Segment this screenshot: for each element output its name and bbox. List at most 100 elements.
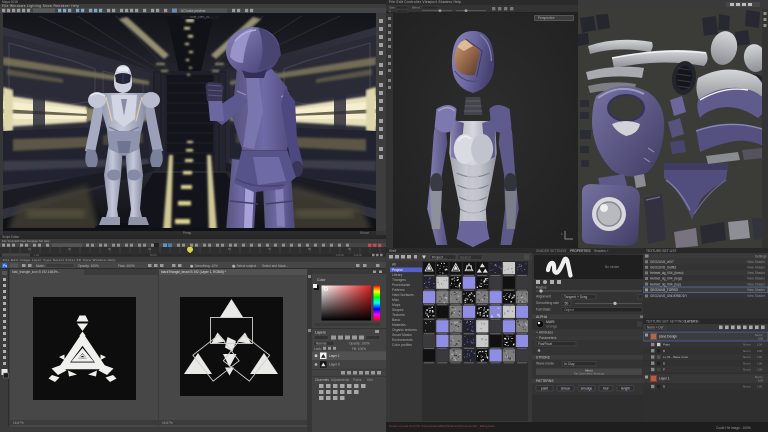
svg-text:View Shader: View Shader — [747, 271, 766, 275]
svg-text:50: 50 — [565, 302, 569, 306]
svg-text:Project: Project — [392, 268, 403, 272]
svg-text:smear: smear — [561, 387, 571, 391]
svg-text:In Clay: In Clay — [564, 362, 575, 366]
svg-text:paint: paint — [541, 387, 548, 391]
svg-text:GEO2UV8_TORSO: GEO2UV8_TORSO — [650, 288, 679, 292]
svg-text:STROKE: STROKE — [536, 356, 551, 360]
svg-text:View Shader: View Shader — [747, 288, 766, 292]
svg-text:View Shader: View Shader — [747, 260, 766, 264]
svg-text:B: B — [663, 349, 665, 353]
svg-text:Ps: Ps — [3, 264, 7, 268]
svg-text:Color: Color — [317, 278, 326, 282]
svg-text:Flat/Float: Flat/Float — [538, 342, 552, 346]
svg-text:Radius: Radius — [536, 286, 547, 290]
svg-text:Opacity: 100%: Opacity: 100% — [78, 264, 99, 268]
svg-text:B: B — [663, 361, 665, 365]
svg-text:Smart Masks: Smart Masks — [392, 333, 412, 337]
svg-text:Select and Mask...: Select and Mask... — [262, 264, 288, 268]
svg-text:Paths: Paths — [353, 378, 362, 382]
svg-text:Search: Search — [460, 256, 471, 260]
svg-text:Norm: Norm — [743, 343, 751, 347]
svg-text:Flow: 100%: Flow: 100% — [118, 264, 135, 268]
svg-text:Materials: Materials — [392, 323, 406, 327]
svg-text:100: 100 — [757, 368, 762, 372]
svg-text:100: 100 — [758, 379, 763, 383]
svg-text:length: length — [621, 387, 630, 391]
svg-text:Grunge: Grunge — [546, 325, 557, 329]
svg-text:Norm: Norm — [743, 349, 751, 353]
svg-text:Helmet_dg_004_(top): Helmet_dg_004_(top) — [650, 282, 681, 286]
svg-text:GEO2UV8_UNDERBODY: GEO2UV8_UNDERBODY — [650, 294, 688, 298]
svg-text:P: P — [663, 368, 665, 372]
svg-text:Lv 81 - Base Coat: Lv 81 - Base Coat — [663, 355, 688, 359]
svg-text:+ Attributes: + Attributes — [536, 331, 553, 335]
svg-text:Maps: Maps — [392, 303, 401, 307]
svg-text:ALPHA: ALPHA — [536, 315, 548, 319]
svg-text:smudge: smudge — [581, 387, 593, 391]
svg-text:Shapes: Shapes — [392, 308, 404, 312]
svg-text:Organic textures: Organic textures — [392, 328, 417, 332]
svg-text:(dev) Design: (dev) Design — [659, 335, 677, 339]
svg-text:Layers: Layers — [315, 331, 326, 335]
svg-text:Hist: Hist — [367, 378, 373, 382]
svg-text:Mode:: Mode: — [36, 264, 45, 268]
svg-text:No stroke: No stroke — [605, 265, 620, 269]
svg-text:Procedurals: Procedurals — [392, 283, 410, 287]
svg-text:Smoothing rate: Smoothing rate — [536, 301, 559, 305]
svg-text:Triangles: Triangles — [392, 278, 406, 282]
svg-text:Library: Library — [392, 273, 403, 277]
svg-text:Textures: Textures — [392, 313, 405, 317]
svg-text:Misc: Misc — [392, 298, 399, 302]
svg-text:Normal: Normal — [316, 341, 327, 345]
svg-text:100: 100 — [758, 337, 763, 341]
svg-text:Lock:: Lock: — [314, 347, 322, 351]
svg-text:− Parameters: − Parameters — [536, 336, 557, 340]
svg-text:GEO2UV8_Outfit2: GEO2UV8_Outfit2 — [650, 266, 676, 270]
svg-text:Patterns: Patterns — [392, 288, 405, 292]
svg-text:100: 100 — [757, 355, 762, 359]
svg-text:All: All — [392, 263, 396, 267]
svg-text:View Shader: View Shader — [747, 277, 766, 281]
svg-text:Norm + Def: Norm + Def — [647, 325, 663, 329]
svg-text:Channels: Channels — [315, 378, 329, 382]
svg-text:100: 100 — [757, 349, 762, 353]
svg-text:Fall Static: Fall Static — [536, 308, 551, 312]
svg-text:⬤ Select subject: ⬤ Select subject — [232, 264, 256, 268]
svg-text:Adjustments: Adjustments — [331, 378, 349, 382]
svg-text:Norm: Norm — [743, 361, 751, 365]
svg-text:Layer 0: Layer 0 — [329, 363, 340, 367]
svg-text:TEXTURE SET SETTINGS: TEXTURE SET SETTINGS — [646, 320, 687, 324]
svg-text:Color profiles: Color profiles — [392, 343, 412, 347]
svg-text:LAYERS: LAYERS — [685, 320, 699, 324]
svg-text:Alignment: Alignment — [536, 295, 551, 299]
svg-text:Norm: Norm — [743, 355, 751, 359]
svg-text:Basic: Basic — [392, 318, 401, 322]
svg-text:⬤ Smoothing: 10%: ⬤ Smoothing: 10% — [190, 264, 218, 268]
svg-text:MARI: MARI — [546, 320, 555, 324]
svg-text:Object: Object — [564, 308, 574, 312]
svg-text:Helmet_dg_004_(legs): Helmet_dg_004_(legs) — [650, 277, 682, 281]
svg-text:blur: blur — [603, 387, 609, 391]
svg-text:+: + — [698, 320, 700, 324]
svg-text:Environments: Environments — [392, 338, 413, 342]
svg-text:Set Symmetry Settings: Set Symmetry Settings — [574, 371, 605, 375]
svg-text:Norm: Norm — [743, 368, 751, 372]
svg-text:Layer 1: Layer 1 — [329, 354, 340, 358]
svg-text:Hard Surfaces: Hard Surfaces — [392, 293, 414, 297]
svg-text:Norm: Norm — [743, 385, 751, 389]
svg-text:100: 100 — [757, 385, 762, 389]
svg-text:View Shader: View Shader — [747, 282, 766, 286]
svg-text:Settings: Settings — [755, 254, 767, 258]
svg-text:Layer 1: Layer 1 — [659, 377, 670, 381]
svg-text:B: B — [663, 385, 665, 389]
svg-text:Paint: Paint — [663, 343, 670, 347]
svg-text:Wave mode: Wave mode — [536, 362, 554, 366]
svg-text:Opacity: 100%: Opacity: 100% — [349, 341, 370, 345]
svg-text:View Shader: View Shader — [747, 266, 766, 270]
svg-text:Fill: 100%: Fill: 100% — [352, 347, 366, 351]
svg-text:Tangent + Drag: Tangent + Drag — [564, 295, 587, 299]
svg-text:TEXTURE SET LIST: TEXTURE SET LIST — [646, 249, 677, 253]
svg-text:Blend: Blend — [412, 5, 420, 9]
svg-text:View Shader: View Shader — [747, 294, 766, 298]
svg-text:GEO2UV8_v007: GEO2UV8_v007 — [650, 260, 674, 264]
